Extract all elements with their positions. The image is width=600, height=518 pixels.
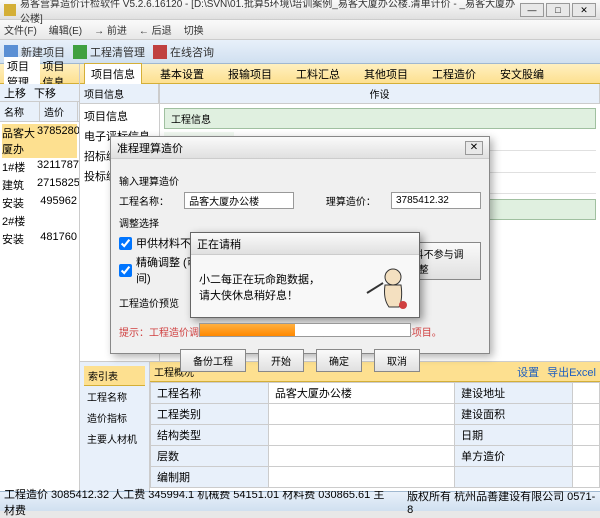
side-item[interactable]: 项目信息 [82, 106, 157, 126]
window-title: 易客营算造价计检软件 V5.2.6.16120 - [D:\SVN\01.批算5… [20, 0, 520, 25]
dialog-close-icon[interactable]: ✕ [465, 141, 483, 155]
menu-switch[interactable]: 切换 [184, 22, 204, 37]
backup-button[interactable]: 备份工程 [180, 349, 246, 372]
progress-dialog: 正在请稍 小二每正在玩命跑数据， 请大侠休息稍好息！ [190, 232, 420, 318]
tab-cost[interactable]: 工程造价 [426, 64, 482, 84]
content-tabs: 项目信息 基本设置 报输项目 工料汇总 其他项目 工程造价 安文股编 [80, 64, 600, 84]
app-icon [4, 4, 16, 16]
minimize-button[interactable]: — [520, 3, 544, 17]
check-supplier[interactable] [119, 237, 132, 250]
manage-icon [73, 45, 87, 59]
move-up[interactable]: 上移 [4, 85, 26, 101]
cancel-button[interactable]: 取消 [374, 349, 420, 372]
dialog-title: 准程理算造价 [117, 140, 465, 156]
tab-material[interactable]: 工料汇总 [290, 64, 346, 84]
tree-header: 名称 造价 [0, 102, 79, 122]
menu-file[interactable]: 文件(F) [4, 22, 37, 37]
menu-forward[interactable]: → 前进 [94, 22, 127, 37]
col-price: 造价 [40, 102, 78, 121]
bottom-panel: 索引表 工程名称 造价指标 主要人材机 工程概况 设置 导出Excel 工程名称… [80, 361, 600, 491]
overview-table: 工程名称品客大厦办公楼建设地址 工程类别建设面积 结构类型日期 层数单方造价 编… [150, 382, 600, 488]
idx-item[interactable]: 造价指标 [84, 407, 145, 428]
tab-info[interactable]: 项目信息 [84, 63, 142, 84]
status-bar: 工程造价 3085412.32 人工费 345994.1 机械费 54151.0… [0, 491, 600, 511]
project-name-input[interactable] [184, 192, 294, 209]
tab-bid[interactable]: 报输项目 [222, 64, 278, 84]
col-name: 名称 [0, 102, 40, 121]
tree-toolbar: 上移 下移 [0, 84, 79, 102]
main-toolbar: 新建项目 工程清管理 在线咨询 [0, 40, 600, 64]
idx-item[interactable]: 主要人材机 [84, 428, 145, 449]
maximize-button[interactable]: □ [546, 3, 570, 17]
close-button[interactable]: ✕ [572, 3, 596, 17]
left-tabs: 项目管理 项目信息 [0, 64, 79, 84]
section-project: 工程信息 [164, 108, 596, 129]
settings-link[interactable]: 设置 [517, 364, 539, 380]
menu-back[interactable]: ← 后退 [139, 22, 172, 37]
tree-list[interactable]: 品客大厦办3785280 1#楼3211787 建筑2715825 安装4959… [0, 122, 79, 491]
toolbar-online[interactable]: 在线咨询 [153, 44, 214, 60]
progress-title: 正在请稍 [197, 236, 413, 252]
project-tree-panel: 项目管理 项目信息 上移 下移 名称 造价 品客大厦办3785280 1#楼32… [0, 64, 80, 491]
monk-cartoon-icon [355, 263, 411, 311]
window-titlebar: 易客营算造价计检软件 V5.2.6.16120 - [D:\SVN\01.批算5… [0, 0, 600, 20]
toolbar-manage[interactable]: 工程清管理 [73, 44, 145, 60]
progress-text: 小二每正在玩命跑数据， 请大侠休息稍好息！ [199, 271, 347, 303]
tab-settings[interactable]: 基本设置 [154, 64, 210, 84]
start-button[interactable]: 开始 [258, 349, 304, 372]
progress-bar [199, 323, 411, 337]
online-icon [153, 45, 167, 59]
menu-edit[interactable]: 编辑(E) [49, 22, 82, 37]
check-precise[interactable] [119, 264, 132, 277]
tab-safety[interactable]: 安文股编 [494, 64, 550, 84]
target-price-input[interactable] [391, 192, 481, 209]
status-right: 版权所有 杭州品善建设有限公司 0571-8 [407, 488, 596, 516]
ok-button[interactable]: 确定 [316, 349, 362, 372]
move-down[interactable]: 下移 [34, 85, 56, 101]
idx-item[interactable]: 工程名称 [84, 386, 145, 407]
overview-panel: 工程概况 设置 导出Excel 工程名称品客大厦办公楼建设地址 工程类别建设面积… [150, 362, 600, 491]
index-panel: 索引表 工程名称 造价指标 主要人材机 [80, 362, 150, 491]
export-link[interactable]: 导出Excel [547, 364, 596, 380]
tab-other[interactable]: 其他项目 [358, 64, 414, 84]
